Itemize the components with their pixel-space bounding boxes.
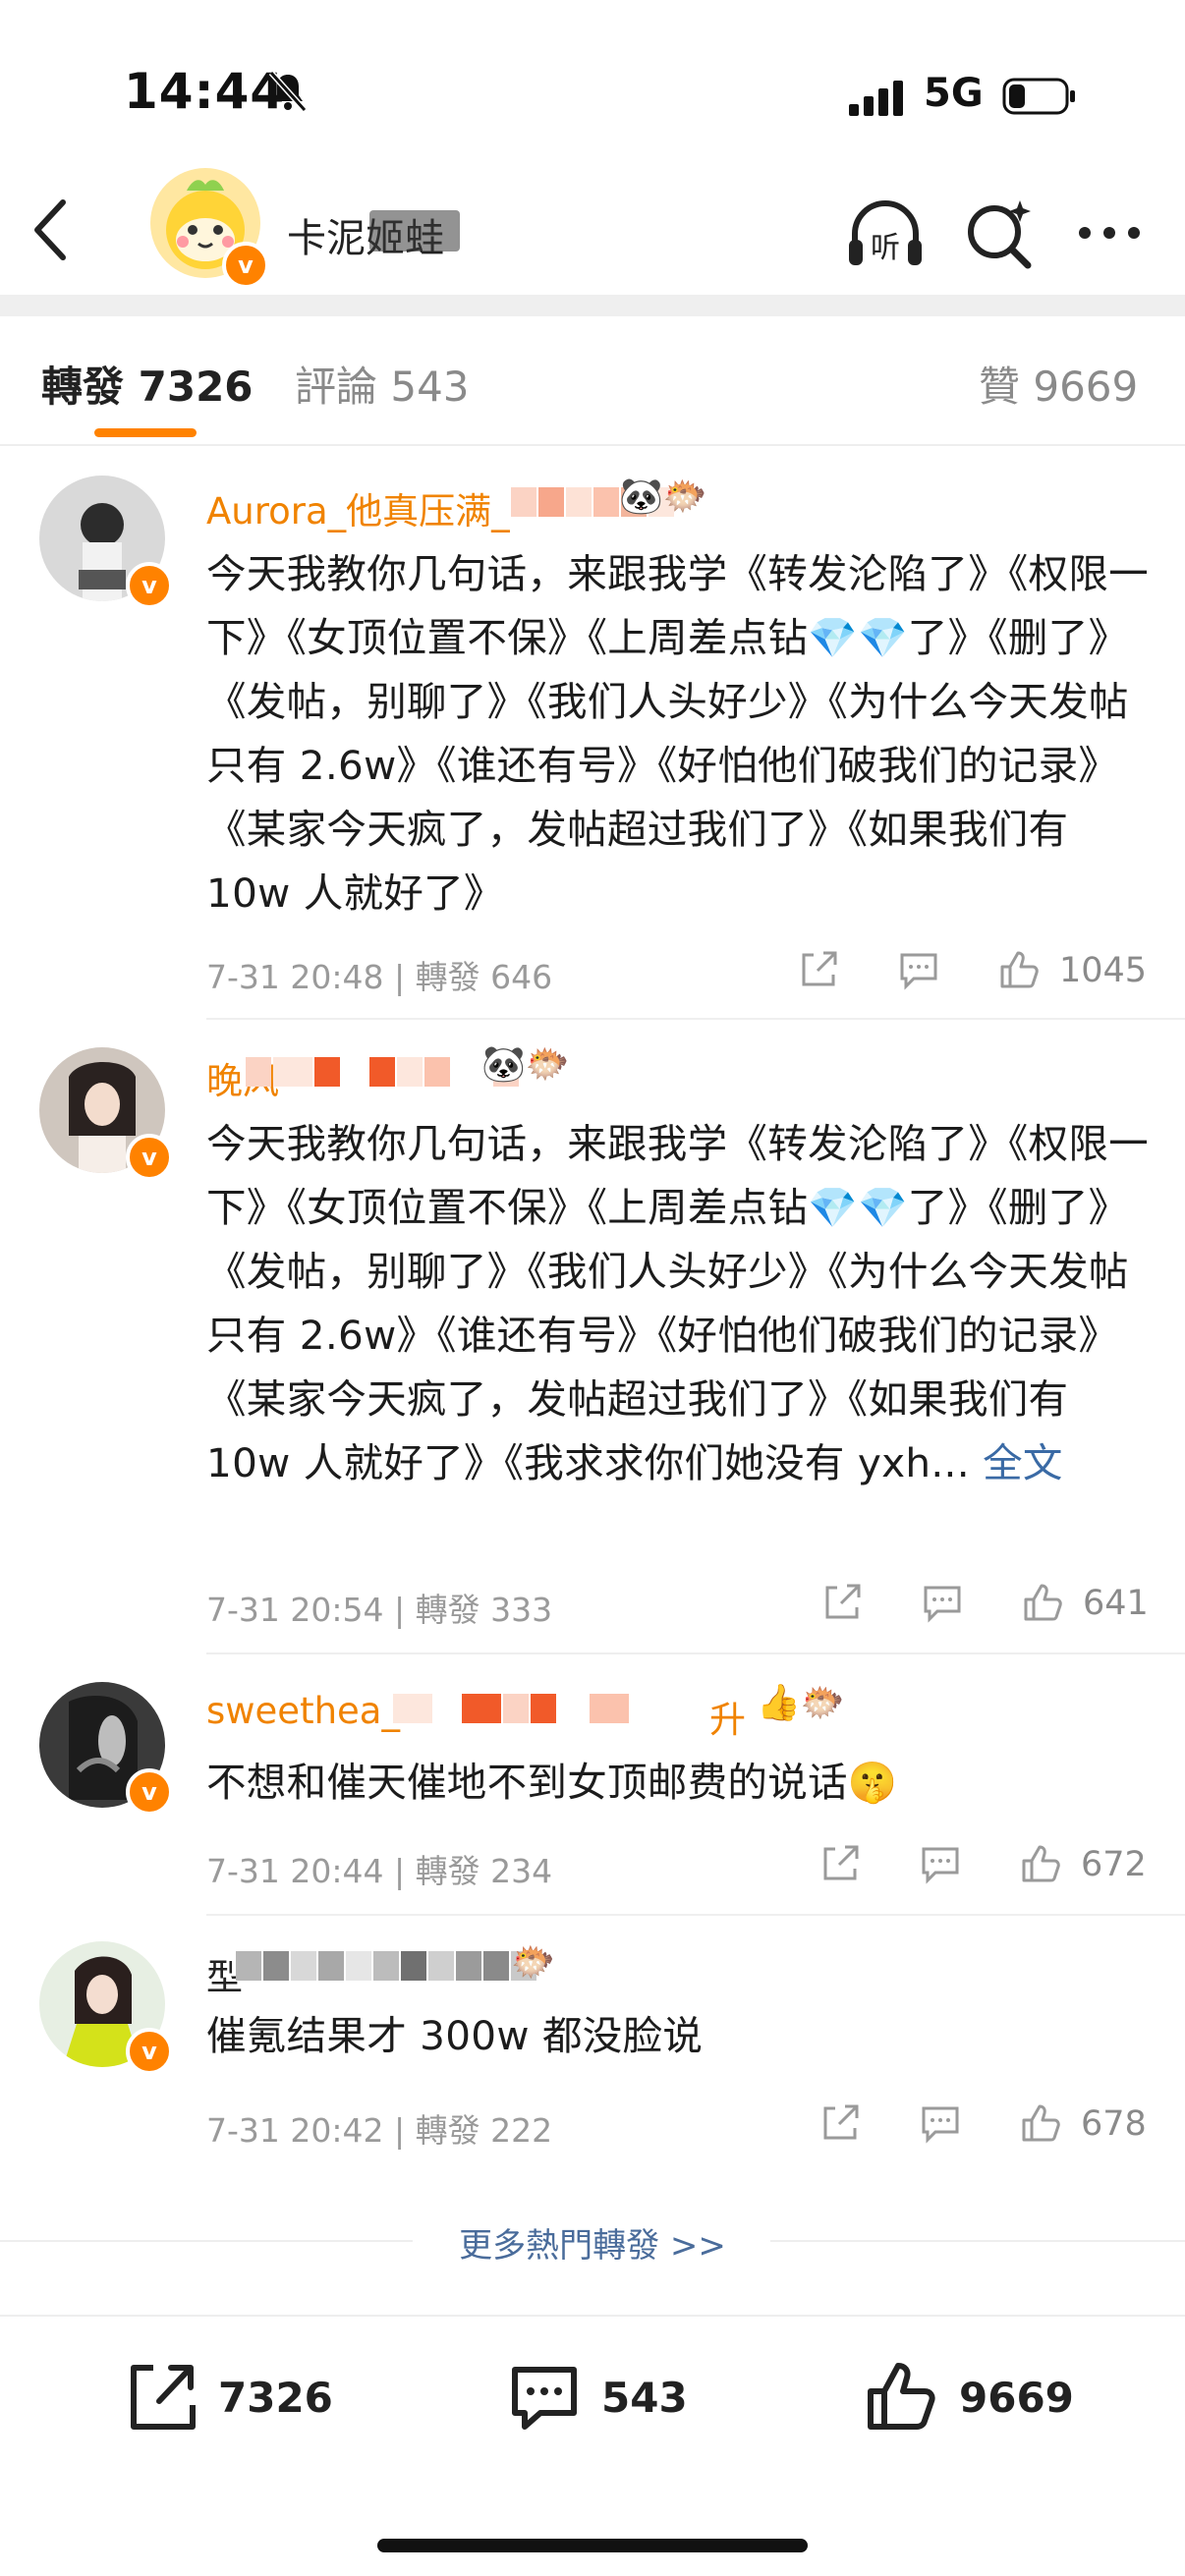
like-icon[interactable] xyxy=(1018,2100,1063,2146)
full-text-link[interactable]: 全文 xyxy=(983,1439,1063,1486)
repost-icon[interactable] xyxy=(122,2358,200,2436)
user-badges: 🐡 xyxy=(511,1942,555,1983)
post-divider xyxy=(206,1652,1185,1654)
comment-icon[interactable] xyxy=(896,947,941,992)
name-mosaic xyxy=(369,210,460,252)
home-indicator[interactable] xyxy=(377,2539,808,2552)
bell-muted-icon xyxy=(268,70,308,113)
bottom-like-count[interactable]: 9669 xyxy=(959,2374,1074,2422)
account-avatar[interactable]: v xyxy=(147,165,269,289)
post-text-body: 今天我教你几句话，来跟我学《转发沦陷了》《权限一下》《女顶位置不保》《上周差点钻… xyxy=(206,1120,1149,1486)
post-meta: 7-31 20:48 | 轉發 646 xyxy=(206,958,553,996)
user-badges: 👍🐡 xyxy=(757,1683,845,1723)
more-options-icon[interactable] xyxy=(1075,218,1144,248)
verified-badge-icon: v xyxy=(222,242,269,289)
tab-repost[interactable]: 轉發 7326 xyxy=(41,354,254,414)
comment-icon[interactable] xyxy=(918,2100,963,2146)
active-tab-indicator xyxy=(94,428,197,437)
search-icon[interactable] xyxy=(963,193,1036,271)
comment-bubble-icon[interactable] xyxy=(505,2358,584,2436)
post-text[interactable]: 不想和催天催地不到女顶邮费的说话🤫 xyxy=(206,1751,1150,1815)
back-icon[interactable] xyxy=(28,195,77,265)
post-divider xyxy=(206,1914,1185,1916)
user-avatar[interactable]: v xyxy=(39,1047,173,1181)
tab-like[interactable]: 贊 9669 xyxy=(979,354,1138,414)
name-mosaic xyxy=(236,1951,538,1981)
verified-badge-icon: v xyxy=(126,1768,173,1816)
bottom-bar-divider xyxy=(0,2315,1185,2317)
network-type: 5G xyxy=(924,71,984,116)
user-name[interactable]: Aurora_他真压满_ xyxy=(206,481,510,534)
post-meta: 7-31 20:44 | 轉發 234 xyxy=(206,1852,553,1890)
user-name-suffix: 升 xyxy=(709,1699,746,1741)
post-text[interactable]: 今天我教你几句话，来跟我学《转发沦陷了》《权限一下》《女顶位置不保》《上周差点钻… xyxy=(206,1112,1150,1495)
like-count: 1045 xyxy=(1059,951,1148,990)
bottom-repost-count[interactable]: 7326 xyxy=(218,2374,333,2422)
post-meta: 7-31 20:42 | 轉發 222 xyxy=(206,2111,553,2150)
like-icon[interactable] xyxy=(996,947,1042,992)
user-badges: 🐼🐡 xyxy=(619,476,707,517)
like-count: 641 xyxy=(1083,1584,1149,1623)
header-divider xyxy=(0,295,1185,316)
like-icon[interactable] xyxy=(1018,1841,1063,1886)
post-text[interactable]: 今天我教你几句话，来跟我学《转发沦陷了》《权限一下》《女顶位置不保》《上周差点钻… xyxy=(206,542,1150,925)
post-text[interactable]: 催氪结果才 300w 都没脸说 xyxy=(206,2004,1150,2068)
share-icon[interactable] xyxy=(818,2100,863,2146)
like-count: 678 xyxy=(1081,2104,1147,2144)
comment-icon[interactable] xyxy=(918,1841,963,1886)
name-mosaic xyxy=(246,1057,521,1087)
share-icon[interactable] xyxy=(796,947,841,992)
user-name[interactable]: sweethea_ xyxy=(206,1690,400,1732)
comment-icon[interactable] xyxy=(920,1580,965,1625)
svg-text:听: 听 xyxy=(871,231,900,265)
user-avatar[interactable]: v xyxy=(39,1682,173,1816)
post-divider xyxy=(206,1018,1185,1020)
thumbs-up-icon[interactable] xyxy=(863,2358,941,2436)
verified-badge-icon: v xyxy=(126,2028,173,2075)
verified-badge-icon: v xyxy=(126,562,173,609)
like-count: 672 xyxy=(1081,1845,1147,1884)
status-time: 14:44 xyxy=(124,63,286,120)
signal-icon xyxy=(849,81,903,116)
share-icon[interactable] xyxy=(819,1580,865,1625)
user-avatar[interactable]: v xyxy=(39,476,173,609)
user-badges: 🐼🐡 xyxy=(481,1044,570,1085)
tabs-divider xyxy=(0,444,1185,446)
like-icon[interactable] xyxy=(1020,1580,1065,1625)
more-hot-reposts-link[interactable]: 更多熱門轉發 >> xyxy=(0,2218,1185,2267)
tab-comment[interactable]: 評論 543 xyxy=(295,354,470,414)
share-icon[interactable] xyxy=(818,1841,863,1886)
verified-badge-icon: v xyxy=(126,1134,173,1181)
bottom-comment-count[interactable]: 543 xyxy=(601,2374,688,2422)
post-meta: 7-31 20:54 | 轉發 333 xyxy=(206,1591,553,1629)
headphones-listen-icon[interactable]: 听 xyxy=(843,193,928,273)
more-hot-reposts-label: 更多熱門轉發 >> xyxy=(459,2226,726,2266)
battery-icon xyxy=(1002,78,1075,115)
name-mosaic xyxy=(393,1694,631,1723)
user-avatar[interactable]: v xyxy=(39,1941,173,2075)
